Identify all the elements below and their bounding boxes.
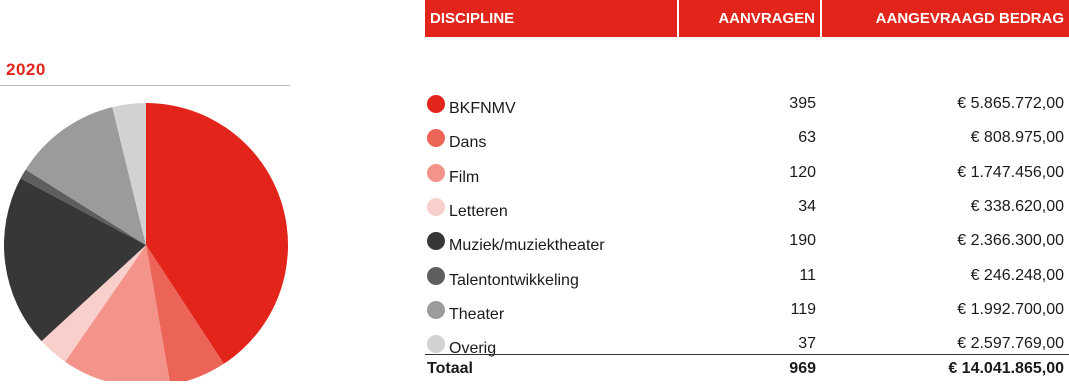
row-aanvragen: 37	[798, 335, 816, 353]
legend-dot-icon	[427, 266, 445, 285]
legend-dot-icon	[427, 95, 445, 114]
table-row: Muziek/muziektheater 190 € 2.366.300,00	[425, 224, 1069, 258]
row-label: Talentontwikkeling	[449, 271, 579, 289]
row-label: BKFNMV	[449, 100, 516, 118]
row-bedrag: € 1.747.456,00	[957, 163, 1064, 181]
row-bedrag: € 1.992.700,00	[957, 300, 1064, 318]
row-bedrag: € 5.865.772,00	[957, 95, 1064, 113]
row-aanvragen: 63	[798, 129, 816, 147]
table-header: DISCIPLINE AANVRAGEN AANGEVRAAGD BEDRAG	[425, 0, 1069, 37]
legend-dot-icon	[427, 335, 445, 354]
row-bedrag: € 338.620,00	[970, 198, 1064, 216]
row-label: Overig	[449, 340, 497, 358]
row-aanvragen: 34	[798, 198, 816, 216]
table-row: Film 120 € 1.747.456,00	[425, 156, 1069, 190]
row-label: Dans	[449, 134, 487, 152]
legend-dot-icon	[427, 300, 445, 319]
row-aanvragen: 11	[799, 266, 816, 284]
row-label: Theater	[449, 305, 505, 323]
total-label: Totaal	[427, 360, 473, 377]
row-label: Film	[449, 168, 480, 186]
row-aanvragen: 190	[789, 232, 816, 250]
table-body: BKFNMV 395 € 5.865.772,00 Dans 63 € 808.…	[425, 87, 1069, 361]
legend-dot-icon	[427, 163, 445, 182]
legend-dot-icon	[427, 198, 445, 217]
chart-year-title: 2020	[6, 60, 46, 79]
total-row: Totaal 969 € 14.041.865,00	[425, 357, 1069, 381]
row-bedrag: € 246.248,00	[970, 266, 1064, 284]
total-aanvragen: 969	[789, 360, 816, 377]
row-label: Muziek/muziektheater	[449, 237, 605, 255]
header-discipline: DISCIPLINE	[430, 10, 515, 27]
row-aanvragen: 395	[789, 95, 816, 113]
pie-chart-svg	[4, 103, 288, 386]
header-aanvragen: AANVRAGEN	[677, 0, 820, 37]
total-divider	[425, 354, 1069, 355]
header-bedrag: AANGEVRAAGD BEDRAG	[820, 0, 1069, 37]
row-bedrag: € 2.366.300,00	[957, 232, 1064, 250]
discipline-table: DISCIPLINE AANVRAGEN AANGEVRAAGD BEDRAG …	[425, 0, 1069, 377]
pie-chart	[0, 81, 290, 386]
total-bedrag: € 14.041.865,00	[948, 360, 1064, 377]
table-row: Letteren 34 € 338.620,00	[425, 190, 1069, 224]
row-bedrag: € 2.597.769,00	[957, 335, 1064, 353]
table-row: Talentontwikkeling 11 € 246.248,00	[425, 258, 1069, 292]
row-aanvragen: 119	[790, 300, 816, 318]
row-label: Letteren	[449, 203, 508, 221]
table-row: Dans 63 € 808.975,00	[425, 121, 1069, 155]
row-bedrag: € 808.975,00	[970, 129, 1064, 147]
legend-dot-icon	[427, 232, 445, 251]
legend-dot-icon	[427, 129, 445, 148]
table-row: Theater 119 € 1.992.700,00	[425, 293, 1069, 327]
table-row: BKFNMV 395 € 5.865.772,00	[425, 87, 1069, 121]
row-aanvragen: 120	[789, 163, 816, 181]
